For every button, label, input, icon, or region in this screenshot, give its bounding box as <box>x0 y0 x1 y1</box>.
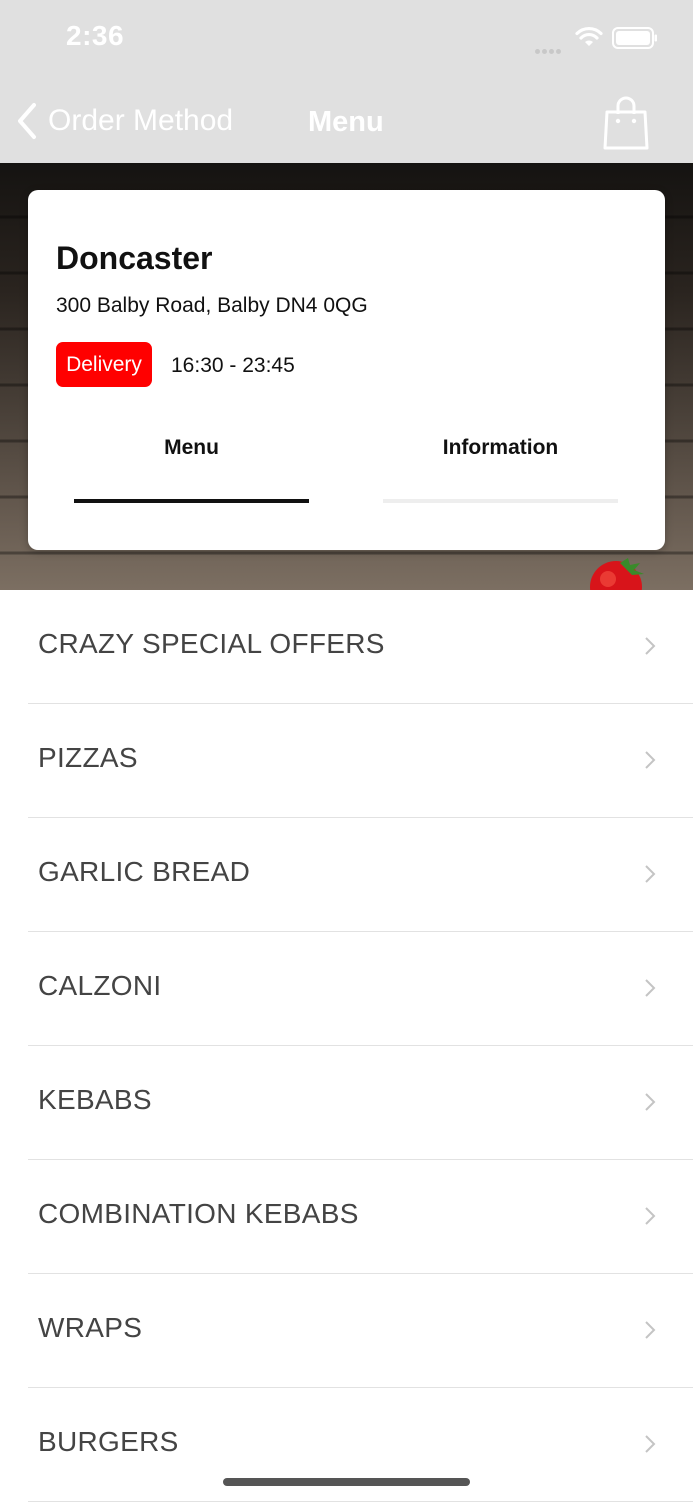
back-chevron-icon <box>18 103 36 139</box>
store-name: Doncaster <box>56 240 213 276</box>
order-type-badge: Delivery <box>56 342 152 387</box>
category-label: GARLIC BREAD <box>38 856 251 887</box>
status-time: 2:36 <box>66 20 125 51</box>
chevron-right-icon <box>645 1207 656 1225</box>
wifi-icon <box>575 26 603 46</box>
store-card: Doncaster 300 Balby Road, Balby DN4 0QG … <box>28 190 665 550</box>
tab-menu[interactable]: Menu <box>74 420 309 504</box>
back-button[interactable]: Order Method <box>14 99 233 143</box>
back-button-label: Order Method <box>48 104 234 137</box>
tab-menu-label: Menu <box>164 436 219 459</box>
category-list: CRAZY SPECIAL OFFERS PIZZAS GARLIC BREAD… <box>0 590 693 1502</box>
navigation-bar: Order Method Menu <box>0 76 693 163</box>
category-row-pizzas[interactable]: PIZZAS <box>0 704 693 818</box>
category-label: CRAZY SPECIAL OFFERS <box>38 628 385 659</box>
category-row-calzoni[interactable]: CALZONI <box>0 932 693 1046</box>
category-label: WRAPS <box>38 1312 143 1343</box>
shopping-bag-icon[interactable] <box>602 94 650 152</box>
chevron-right-icon <box>645 1435 656 1453</box>
chevron-right-icon <box>645 1321 656 1339</box>
chevron-right-icon <box>645 865 656 883</box>
tab-information-label: Information <box>442 436 559 459</box>
chevron-right-icon <box>645 1093 656 1111</box>
status-bar: 2:36 <box>0 0 693 76</box>
chevron-right-icon <box>645 637 656 655</box>
opening-hours: 16:30 - 23:45 <box>171 354 295 377</box>
category-label: CALZONI <box>38 970 162 1001</box>
store-address: 300 Balby Road, Balby DN4 0QG <box>56 294 368 317</box>
category-row-crazy-special-offers[interactable]: CRAZY SPECIAL OFFERS <box>0 590 693 704</box>
category-label: COMBINATION KEBABS <box>38 1198 359 1229</box>
tab-menu-indicator <box>74 499 309 503</box>
category-label: PIZZAS <box>38 742 138 773</box>
category-row-wraps[interactable]: WRAPS <box>0 1274 693 1388</box>
tab-information[interactable]: Information <box>383 420 618 504</box>
chevron-right-icon <box>645 751 656 769</box>
chevron-right-icon <box>645 979 656 997</box>
category-row-garlic-bread[interactable]: GARLIC BREAD <box>0 818 693 932</box>
tab-information-indicator <box>383 499 618 503</box>
battery-icon <box>612 27 657 49</box>
category-row-kebabs[interactable]: KEBABS <box>0 1046 693 1160</box>
category-label: KEBABS <box>38 1084 152 1115</box>
signal-icon <box>535 41 567 54</box>
tomato-image <box>590 558 644 590</box>
page-title: Menu <box>308 106 384 138</box>
category-label: BURGERS <box>38 1426 179 1457</box>
home-indicator[interactable] <box>223 1478 470 1486</box>
category-row-combination-kebabs[interactable]: COMBINATION KEBABS <box>0 1160 693 1274</box>
